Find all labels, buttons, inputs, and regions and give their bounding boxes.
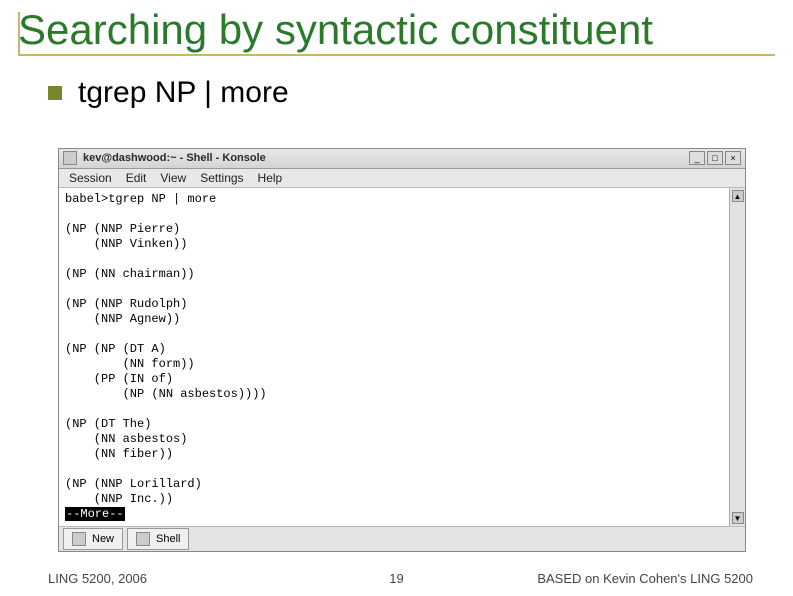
terminal-output: babel>tgrep NP | more (NP (NNP Pierre) (…: [59, 188, 729, 526]
menu-session[interactable]: Session: [69, 171, 112, 185]
footer-right: BASED on Kevin Cohen's LING 5200: [537, 571, 753, 586]
terminal-window: kev@dashwood:~ - Shell - Konsole _ □ × S…: [58, 148, 746, 552]
footer-left: LING 5200, 2006: [48, 571, 147, 586]
slide-title: Searching by syntactic constituent: [18, 8, 775, 52]
slide-footer: LING 5200, 2006 19 BASED on Kevin Cohen'…: [0, 571, 793, 586]
minimize-button[interactable]: _: [689, 151, 705, 165]
menu-edit[interactable]: Edit: [126, 171, 147, 185]
close-button[interactable]: ×: [725, 151, 741, 165]
more-prompt: --More--: [65, 507, 125, 521]
status-shell-label: Shell: [156, 533, 180, 545]
maximize-button[interactable]: □: [707, 151, 723, 165]
titlebar[interactable]: kev@dashwood:~ - Shell - Konsole _ □ ×: [59, 149, 745, 169]
title-left-accent: [18, 12, 20, 56]
terminal-body: babel>tgrep NP | more (NP (NNP Pierre) (…: [59, 188, 745, 526]
scrollbar[interactable]: ▲ ▼: [729, 188, 745, 526]
slide-title-container: Searching by syntactic constituent: [0, 0, 793, 54]
bullet-text: tgrep NP | more: [78, 76, 289, 110]
scroll-down-icon[interactable]: ▼: [732, 512, 744, 524]
window-title: kev@dashwood:~ - Shell - Konsole: [83, 152, 266, 164]
menu-help[interactable]: Help: [258, 171, 283, 185]
footer-page-number: 19: [389, 571, 403, 586]
app-icon: [63, 151, 77, 165]
titlebar-left: kev@dashwood:~ - Shell - Konsole: [63, 151, 266, 165]
status-new-label: New: [92, 533, 114, 545]
status-new-button[interactable]: New: [63, 528, 123, 550]
titlebar-controls: _ □ ×: [689, 151, 741, 165]
new-shell-icon: [72, 532, 86, 546]
scroll-up-icon[interactable]: ▲: [732, 190, 744, 202]
statusbar: New Shell: [59, 526, 745, 551]
menu-view[interactable]: View: [160, 171, 186, 185]
title-underline: [18, 54, 775, 56]
slide-content: tgrep NP | more: [0, 54, 793, 110]
bullet-icon: [48, 86, 62, 100]
menu-settings[interactable]: Settings: [200, 171, 243, 185]
shell-tab-icon: [136, 532, 150, 546]
terminal-pre: babel>tgrep NP | more (NP (NNP Pierre) (…: [65, 192, 267, 506]
bullet-row: tgrep NP | more: [48, 76, 753, 110]
status-shell-tab[interactable]: Shell: [127, 528, 189, 550]
menubar: Session Edit View Settings Help: [59, 169, 745, 189]
